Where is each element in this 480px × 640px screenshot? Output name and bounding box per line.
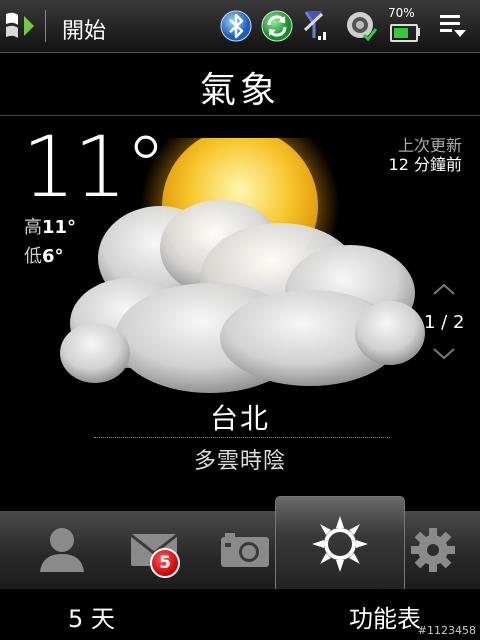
high-label: 高	[24, 217, 42, 238]
low-label: 低	[24, 246, 42, 267]
page-title: 氣象	[199, 70, 280, 111]
five-day-softkey[interactable]: 5 天	[68, 599, 115, 634]
weather-condition: 多雲時陰	[193, 449, 286, 474]
weather-tab[interactable]	[275, 496, 405, 590]
softkey-bar: 5 天 功能表 #1123458	[0, 589, 480, 640]
status-bar: 開始 70%	[0, 0, 480, 53]
page-down-chevron-icon[interactable]	[432, 347, 456, 361]
contact-tab[interactable]	[17, 511, 107, 589]
page-indicator: 1 / 2	[424, 312, 465, 333]
weather-panel: 氣象 11° 高11° 低6° 上次更新 12 分鐘前 1 / 2 台北 多雲時…	[0, 53, 480, 511]
start-label[interactable]: 開始	[62, 13, 106, 45]
battery-level-fill	[394, 28, 408, 38]
person-icon	[40, 528, 84, 572]
title-divider	[0, 115, 480, 116]
start-button[interactable]	[0, 6, 48, 46]
battery-tip	[417, 28, 420, 36]
city-divider	[94, 437, 390, 438]
mail-unread-badge: 5	[150, 548, 180, 578]
windows-flag-icon	[6, 10, 46, 42]
city-name[interactable]: 台北	[0, 397, 480, 437]
signal-antenna-icon	[303, 11, 326, 40]
gear-icon	[411, 528, 455, 572]
settings-tab[interactable]	[398, 511, 468, 589]
watermark: #1123458	[417, 624, 476, 637]
camera-icon	[221, 533, 269, 567]
mail-tab[interactable]	[109, 511, 199, 589]
battery-percent: 70%	[388, 6, 415, 20]
bluetooth-icon[interactable]	[218, 8, 254, 44]
battery-icon	[390, 24, 418, 42]
sync-icon[interactable]	[259, 8, 295, 44]
home-tab-strip: 5	[0, 496, 480, 590]
sun-icon	[312, 515, 368, 572]
cloudy-sun-icon	[60, 138, 425, 393]
menu-softkey[interactable]: 功能表	[349, 599, 421, 634]
volume-icon[interactable]	[344, 8, 380, 44]
page-up-chevron-icon[interactable]	[432, 282, 456, 296]
menu-icon[interactable]	[434, 10, 470, 42]
